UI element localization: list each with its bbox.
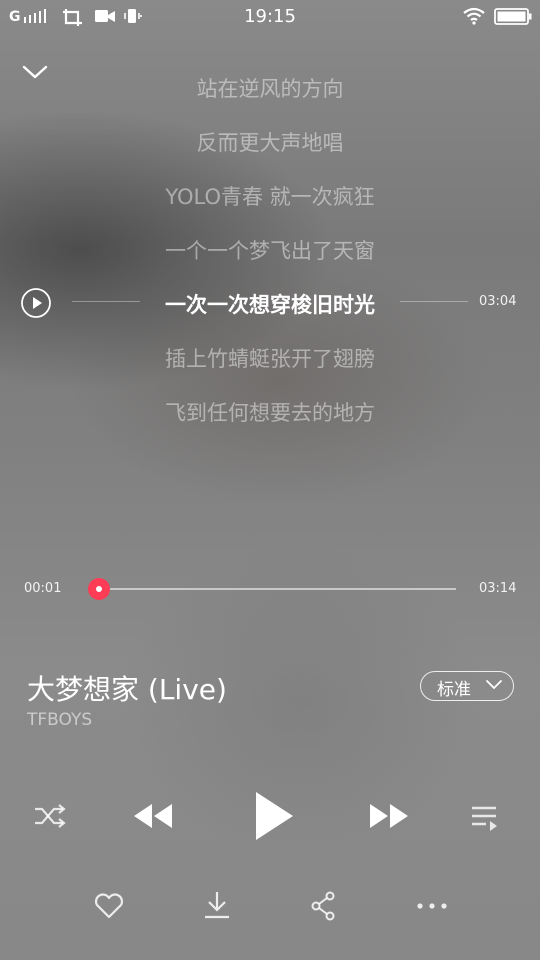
play-icon (256, 792, 293, 840)
play-circle-icon (21, 288, 51, 318)
more-button[interactable] (412, 892, 452, 920)
song-title: 大梦想家 (Live) (27, 673, 227, 706)
progress-track[interactable] (97, 588, 456, 590)
chevron-down-icon (486, 680, 502, 690)
quality-label: 标准 (437, 680, 471, 700)
status-time: 19:15 (244, 6, 296, 27)
lyric-play-button[interactable] (20, 287, 52, 319)
battery-icon (494, 8, 532, 25)
lyric-line: 插上竹蜻蜓张开了翅膀 (165, 347, 375, 371)
lyric-seek-time: 03:04 (479, 294, 517, 309)
lyric-line: YOLO青春 就一次疯狂 (165, 185, 375, 209)
current-lyric-line: 一次一次想穿梭旧时光 (165, 293, 375, 317)
shuffle-icon (35, 804, 66, 828)
playlist-icon (472, 806, 497, 831)
progress-knob[interactable] (87, 578, 110, 600)
status-bar: G 19:15 (0, 0, 540, 34)
heart-icon (94, 893, 124, 919)
lyric-seek-line-right (400, 301, 468, 302)
like-button[interactable] (90, 888, 128, 924)
playlist-button[interactable] (464, 798, 504, 836)
next-button[interactable] (366, 796, 414, 836)
download-icon (205, 892, 229, 919)
share-icon (311, 891, 335, 921)
artist-name[interactable]: TFBOYS (27, 710, 92, 730)
previous-icon (134, 804, 172, 828)
lyric-seek-line-left (72, 301, 140, 302)
wifi-icon (463, 7, 485, 25)
lyric-line: 一个一个梦飞出了天窗 (165, 239, 375, 263)
next-icon (370, 804, 408, 828)
download-button[interactable] (198, 886, 236, 924)
share-button[interactable] (305, 886, 341, 926)
lyric-line: 站在逆风的方向 (196, 77, 344, 101)
previous-button[interactable] (128, 796, 176, 836)
play-button[interactable] (248, 788, 298, 844)
lyric-line: 飞到任何想要去的地方 (165, 401, 375, 425)
more-icon (417, 903, 447, 909)
quality-selector[interactable]: 标准 (420, 671, 514, 701)
lyric-line: 反而更大声地唱 (196, 131, 344, 155)
duration-time: 03:14 (479, 581, 517, 596)
elapsed-time: 00:01 (24, 581, 62, 596)
shuffle-button[interactable] (30, 798, 70, 834)
